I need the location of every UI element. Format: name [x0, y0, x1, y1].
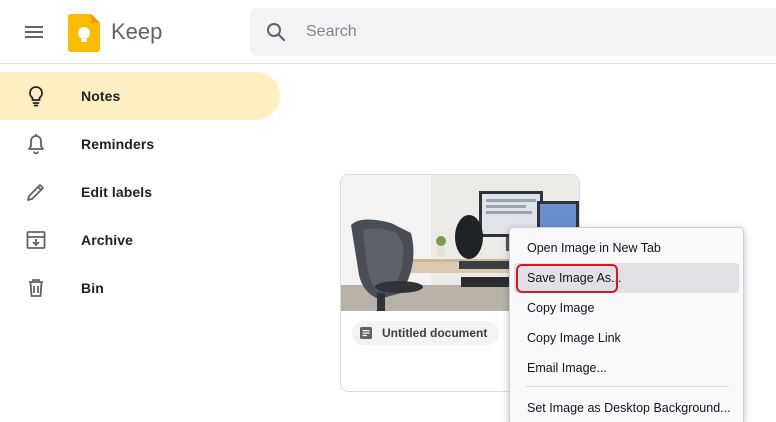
hamburger-menu-icon: [25, 26, 43, 38]
sidebar: Notes Reminders Edit labels Archive Bin: [0, 72, 280, 312]
search-icon[interactable]: [264, 20, 288, 44]
pencil-icon: [27, 184, 44, 201]
menu-item-set-desktop-background[interactable]: Set Image as Desktop Background...: [514, 393, 739, 422]
sidebar-item-archive[interactable]: Archive: [0, 216, 280, 264]
sidebar-item-notes[interactable]: Notes: [0, 72, 280, 120]
main-menu-button[interactable]: [14, 12, 54, 52]
sidebar-item-bin[interactable]: Bin: [0, 264, 280, 312]
archive-icon: [26, 231, 46, 249]
menu-item-copy-image[interactable]: Copy Image: [514, 293, 739, 323]
menu-separator: [526, 386, 729, 387]
bell-icon: [28, 134, 44, 155]
attachment-label: Untitled document: [382, 326, 488, 340]
menu-item-open-image-new-tab[interactable]: Open Image in New Tab: [514, 233, 739, 263]
menu-item-email-image[interactable]: Email Image...: [514, 353, 739, 383]
app-title: Keep: [111, 19, 163, 44]
sidebar-item-label: Notes: [81, 88, 121, 104]
attachment-chip[interactable]: Untitled document: [352, 321, 500, 345]
sidebar-item-reminders[interactable]: Reminders: [0, 120, 280, 168]
highlight-annotation: [516, 264, 618, 293]
context-menu: Open Image in New Tab Save Image As... C…: [509, 227, 744, 422]
trash-icon: [29, 279, 43, 297]
sidebar-item-edit-labels[interactable]: Edit labels: [0, 168, 280, 216]
sidebar-item-label: Archive: [81, 232, 134, 248]
top-app-bar: Keep: [0, 0, 776, 64]
sidebar-item-label: Edit labels: [81, 184, 153, 200]
lightbulb-icon: [29, 86, 43, 107]
search-bar[interactable]: [250, 8, 776, 56]
keep-logo-icon[interactable]: [68, 14, 100, 52]
document-icon: [360, 327, 372, 339]
menu-item-copy-image-link[interactable]: Copy Image Link: [514, 323, 739, 353]
sidebar-item-label: Reminders: [81, 136, 155, 152]
sidebar-item-label: Bin: [81, 280, 104, 296]
search-input[interactable]: [306, 20, 746, 44]
